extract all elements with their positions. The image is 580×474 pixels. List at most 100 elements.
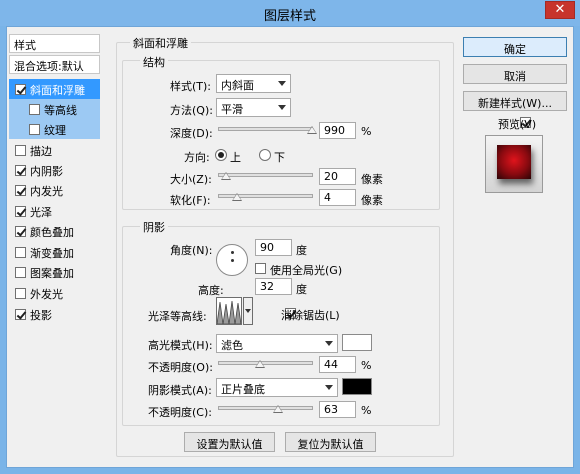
size-input[interactable]: 20 [319, 168, 356, 185]
size-label: 大小(Z): [170, 173, 212, 186]
gloss-contour-thumbnail[interactable] [216, 297, 242, 325]
color-overlay-checkbox[interactable] [15, 226, 26, 237]
style-item-label: 投影 [30, 309, 52, 322]
inner-shadow-checkbox[interactable] [15, 165, 26, 176]
direction-up-radio[interactable] [215, 149, 227, 161]
close-icon: ✕ [554, 2, 566, 17]
stroke-checkbox[interactable] [15, 145, 26, 156]
altitude-input[interactable]: 32 [255, 278, 292, 295]
style-preview-thumbnail [485, 135, 543, 193]
shadow-opacity-input[interactable]: 63 [319, 401, 356, 418]
depth-input[interactable]: 990 [319, 122, 356, 139]
style-item-label: 等高线 [44, 104, 77, 117]
depth-slider-thumb[interactable] [307, 126, 318, 134]
highlight-mode-select[interactable]: 滤色 [216, 334, 338, 353]
chevron-down-icon [325, 385, 333, 390]
bevel-emboss-legend: 斜面和浮雕 [130, 35, 191, 51]
depth-unit: % [361, 125, 372, 138]
highlight-opacity-input[interactable]: 44 [319, 356, 356, 373]
style-item-pattern-overlay[interactable]: 图案叠加 [9, 262, 100, 282]
style-item-label: 斜面和浮雕 [30, 84, 85, 97]
gradient-overlay-checkbox[interactable] [15, 247, 26, 258]
style-item-inner-glow[interactable]: 内发光 [9, 180, 100, 200]
pattern-overlay-checkbox[interactable] [15, 267, 26, 278]
altitude-unit: 度 [296, 283, 307, 296]
size-slider[interactable] [218, 173, 313, 177]
cancel-button[interactable]: 取消 [463, 64, 567, 84]
highlight-opacity-slider[interactable] [218, 361, 313, 365]
anti-alias-label: 消除锯齿(L) [281, 309, 340, 322]
structure-legend: 结构 [140, 54, 168, 70]
bevel-style-select[interactable]: 内斜面 [216, 74, 291, 93]
new-style-button[interactable]: 新建样式(W)... [463, 91, 567, 111]
shadow-opacity-slider[interactable] [218, 406, 313, 410]
shadow-mode-label: 阴影模式(A): [148, 384, 212, 397]
drop-shadow-checkbox[interactable] [15, 309, 26, 320]
chevron-down-icon [278, 105, 286, 110]
angle-dial[interactable] [216, 244, 248, 276]
shadow-opacity-unit: % [361, 404, 372, 417]
reset-default-button[interactable]: 复位为默认值 [285, 432, 376, 452]
inner-glow-checkbox[interactable] [15, 185, 26, 196]
texture-checkbox[interactable] [29, 124, 40, 135]
style-item-inner-shadow[interactable]: 内阴影 [9, 160, 100, 180]
styles-header[interactable]: 样式 [9, 34, 100, 53]
soften-slider-thumb[interactable] [232, 193, 242, 201]
chevron-down-icon [245, 309, 251, 313]
make-default-button[interactable]: 设置为默认值 [184, 432, 275, 452]
angle-input[interactable]: 90 [255, 239, 292, 256]
global-light-checkbox[interactable] [255, 263, 266, 274]
style-item-label: 图案叠加 [30, 267, 74, 280]
outer-glow-checkbox[interactable] [15, 288, 26, 299]
angle-dial-handle [231, 251, 234, 254]
shadow-opacity-label: 不透明度(C): [148, 406, 212, 419]
direction-up-label: 上 [230, 151, 241, 164]
soften-unit: 像素 [361, 194, 383, 207]
bevel-style-value: 内斜面 [221, 79, 254, 92]
style-list: 样式 混合选项:默认 斜面和浮雕 等高线 纹理 描边 内阴影 内发光 光泽 颜色… [9, 34, 100, 334]
direction-down-radio[interactable] [259, 149, 271, 161]
global-light-label: 使用全局光(G) [270, 264, 343, 277]
gloss-contour-dropdown[interactable] [243, 297, 253, 325]
shading-legend: 阴影 [140, 219, 168, 235]
direction-down-label: 下 [274, 151, 285, 164]
style-item-outer-glow[interactable]: 外发光 [9, 283, 100, 303]
shadow-mode-select[interactable]: 正片叠底 [216, 378, 338, 397]
blending-options-item[interactable]: 混合选项:默认 [9, 55, 100, 74]
close-button[interactable]: ✕ [545, 1, 575, 19]
satin-checkbox[interactable] [15, 206, 26, 217]
altitude-label: 高度: [198, 284, 224, 297]
technique-label: 方法(Q): [170, 104, 213, 117]
preview-swatch-square [497, 145, 531, 179]
style-item-color-overlay[interactable]: 颜色叠加 [9, 221, 100, 241]
contour-curve-icon [216, 300, 242, 325]
style-item-satin[interactable]: 光泽 [9, 201, 100, 221]
depth-slider[interactable] [218, 127, 313, 131]
bevel-checkbox[interactable] [15, 84, 26, 95]
highlight-color-swatch[interactable] [342, 334, 372, 351]
style-item-contour[interactable]: 等高线 [9, 99, 100, 119]
angle-dial-center [231, 259, 234, 262]
highlight-opacity-unit: % [361, 359, 372, 372]
style-item-label: 渐变叠加 [30, 247, 74, 260]
style-item-stroke[interactable]: 描边 [9, 140, 100, 160]
size-slider-thumb[interactable] [220, 172, 231, 180]
soften-input[interactable]: 4 [319, 189, 356, 206]
style-item-texture[interactable]: 纹理 [9, 119, 100, 139]
style-item-label: 外发光 [30, 288, 63, 301]
technique-select[interactable]: 平滑 [216, 98, 291, 117]
style-item-gradient-overlay[interactable]: 渐变叠加 [9, 242, 100, 262]
style-item-bevel-emboss[interactable]: 斜面和浮雕 [9, 79, 100, 99]
depth-label: 深度(D): [170, 127, 213, 140]
highlight-mode-label: 高光模式(H): [148, 339, 213, 352]
highlight-opacity-thumb[interactable] [254, 360, 265, 368]
ok-button[interactable]: 确定 [463, 37, 567, 57]
highlight-opacity-label: 不透明度(O): [148, 361, 213, 374]
shadow-mode-value: 正片叠底 [221, 383, 265, 396]
chevron-down-icon [278, 81, 286, 86]
style-item-drop-shadow[interactable]: 投影 [9, 304, 100, 324]
shadow-opacity-thumb[interactable] [272, 405, 283, 413]
style-item-label: 内发光 [30, 185, 63, 198]
shadow-color-swatch[interactable] [342, 378, 372, 395]
contour-checkbox[interactable] [29, 104, 40, 115]
